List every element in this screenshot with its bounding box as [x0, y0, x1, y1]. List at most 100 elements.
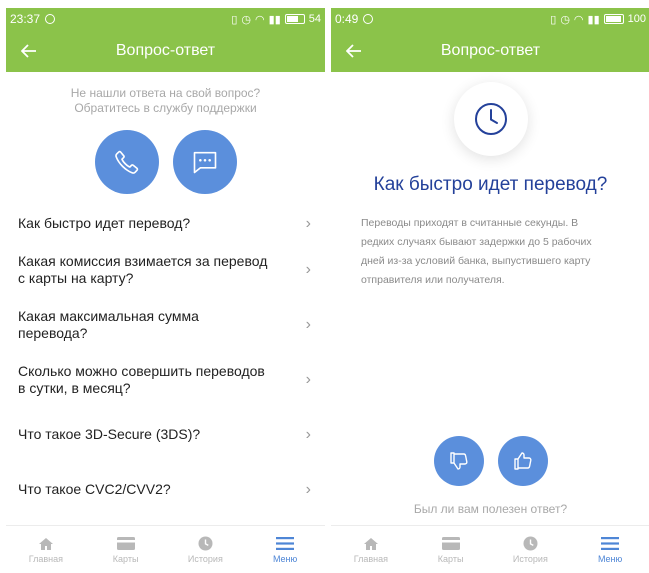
page-title: Вопрос-ответ	[115, 42, 216, 59]
signal-icon: ▮▮	[268, 13, 281, 26]
faq-item[interactable]: Сколько можно совершить переводов в сутки…	[6, 352, 325, 407]
faq-answer-screen: 0:49 ▯ ◷ ◠ ▮▮ 100 Вопрос-ответ Как быстр…	[331, 8, 649, 573]
nav-label: История	[512, 553, 548, 564]
chat-support-button[interactable]	[172, 130, 237, 194]
menu-icon	[276, 536, 295, 552]
answer-text: Переводы приходят в считанные секунды. В…	[331, 214, 649, 290]
back-button[interactable]	[341, 38, 367, 64]
feedback-buttons	[331, 436, 649, 486]
battery-icon	[603, 14, 624, 24]
nav-item-history[interactable]: История	[491, 526, 571, 573]
faq-question-line: перевода?	[18, 324, 88, 341]
faq-question-line: в сутки, в месяц?	[18, 379, 131, 396]
faq-item[interactable]: Что такое CVC2/CVV2? ›	[6, 462, 325, 517]
faq-question-line: Что такое CVC2/CVV2?	[18, 481, 171, 497]
nav-item-cards[interactable]: Карты	[86, 526, 166, 573]
chevron-right-icon: ›	[305, 426, 311, 443]
answer-line: Переводы приходят в считанные секунды. В	[361, 217, 579, 229]
support-note: Не нашли ответа на свой вопрос? Обратите…	[6, 86, 325, 116]
card-icon	[116, 536, 135, 552]
answer-line: дней из-за условий банка, выпустившего к…	[361, 255, 591, 267]
faq-item[interactable]: Какая комиссия взимается за перевод с кар…	[6, 242, 325, 297]
signal-icon: ▮▮	[587, 13, 600, 26]
chevron-right-icon: ›	[305, 214, 311, 232]
vibrate-icon: ▯	[231, 13, 238, 26]
thumbs-up-button[interactable]	[497, 436, 548, 486]
alarm-icon: ◷	[560, 13, 570, 26]
chat-icon	[193, 151, 216, 174]
answer-line: редких случаях бывают задержки до 5 рабо…	[361, 236, 592, 248]
nav-label: Главная	[28, 553, 63, 564]
faq-question-line: Сколько можно совершить переводов	[18, 362, 265, 379]
wifi-icon: ◠	[573, 13, 584, 26]
faq-question-line: Какая максимальная сумма	[18, 307, 199, 324]
clock-icon	[198, 536, 213, 552]
faq-question: Какая комиссия взимается за перевод с кар…	[18, 253, 267, 287]
chevron-right-icon: ›	[305, 261, 311, 278]
alarm-icon: ◷	[241, 13, 252, 26]
faq-question: Сколько можно совершить переводов в сутки…	[18, 363, 265, 397]
faq-list-screen: 23:37 ▯ ◷ ◠ ▮▮ 54 Вопрос-ответ Не нашли …	[6, 8, 325, 573]
status-time: 0:49	[335, 12, 359, 26]
faq-list: Как быстро идет перевод? › Какая комисси…	[6, 204, 325, 517]
nav-label: Меню	[597, 553, 623, 564]
chevron-right-icon: ›	[305, 371, 311, 388]
vibrate-icon: ▯	[550, 13, 557, 26]
faq-question-line: Какая комиссия взимается за перевод	[18, 252, 268, 269]
faq-item[interactable]: Как быстро идет перевод? ›	[6, 204, 325, 242]
arrow-left-icon	[346, 44, 361, 58]
nav-item-home[interactable]: Главная	[6, 526, 86, 573]
back-button[interactable]	[16, 38, 42, 64]
wifi-icon: ◠	[255, 13, 265, 26]
battery-icon	[284, 14, 305, 24]
faq-item[interactable]: Что такое 3D-Secure (3DS)? ›	[6, 407, 325, 462]
app-bar: Вопрос-ответ	[331, 30, 649, 72]
answer-question: Как быстро идет перевод?	[373, 174, 608, 195]
faq-question: Что такое 3D-Secure (3DS)?	[18, 426, 200, 443]
thumbs-up-icon	[513, 452, 532, 470]
faq-item[interactable]: Какая максимальная сумма перевода? ›	[6, 297, 325, 352]
notification-icon	[45, 14, 56, 24]
home-icon	[363, 536, 379, 552]
contact-buttons	[6, 130, 325, 194]
feedback-question: Был ли вам полезен ответ?	[413, 502, 568, 516]
faq-question-line: Что такое 3D-Secure (3DS)?	[18, 426, 201, 442]
home-icon	[38, 536, 54, 552]
nav-item-cards[interactable]: Карты	[411, 526, 491, 573]
clock-badge	[453, 82, 528, 156]
nav-item-menu[interactable]: Меню	[570, 526, 649, 573]
app-bar: Вопрос-ответ	[6, 30, 325, 72]
nav-item-history[interactable]: История	[166, 526, 246, 573]
faq-question-line: с карты на карту?	[18, 269, 134, 286]
phone-icon	[114, 150, 138, 174]
status-bar: 0:49 ▯ ◷ ◠ ▮▮ 100	[331, 8, 649, 30]
thumbs-down-button[interactable]	[433, 436, 484, 486]
bottom-navigation: Главная Карты История Меню	[331, 525, 649, 573]
faq-question: Что такое CVC2/CVV2?	[18, 481, 171, 498]
nav-label: Карты	[437, 553, 464, 564]
call-support-button[interactable]	[94, 130, 159, 194]
faq-question-line: Как быстро идет перевод?	[18, 214, 191, 231]
nav-label: Главная	[353, 553, 388, 564]
card-icon	[441, 536, 460, 552]
support-note-line: Не нашли ответа на свой вопрос?	[70, 86, 261, 100]
notification-icon	[363, 14, 374, 24]
nav-item-menu[interactable]: Меню	[245, 526, 325, 573]
page-title: Вопрос-ответ	[440, 42, 541, 59]
menu-icon	[601, 536, 620, 552]
clock-icon	[474, 103, 507, 135]
chevron-right-icon: ›	[305, 316, 311, 333]
thumbs-down-icon	[449, 452, 468, 470]
answer-line: отправителя или получателя.	[361, 274, 505, 286]
faq-question: Какая максимальная сумма перевода?	[18, 308, 199, 342]
battery-level: 100	[627, 13, 646, 25]
nav-item-home[interactable]: Главная	[331, 526, 411, 573]
arrow-left-icon	[21, 44, 36, 58]
battery-level: 54	[308, 13, 321, 25]
nav-label: Карты	[112, 553, 139, 564]
answer-icon-wrap	[331, 82, 649, 156]
status-bar: 23:37 ▯ ◷ ◠ ▮▮ 54	[6, 8, 325, 30]
nav-label: Меню	[272, 553, 298, 564]
chevron-right-icon: ›	[305, 481, 311, 498]
support-note-line: Обратитесь в службу поддержки	[74, 101, 257, 115]
